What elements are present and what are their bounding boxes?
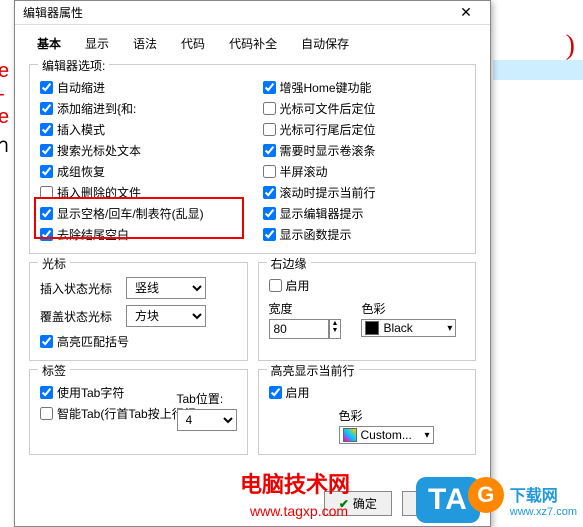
color-label: 色彩: [361, 300, 456, 317]
insert-cursor-select[interactable]: 竖线: [126, 277, 206, 299]
group-title: 光标: [38, 255, 70, 272]
tab-code[interactable]: 代码: [169, 31, 217, 56]
group-title: 高亮显示当前行: [267, 362, 359, 379]
chk-search-cursor[interactable]: 搜索光标处文本: [40, 142, 243, 159]
spin-down-icon[interactable]: ▼: [330, 327, 341, 334]
group-title: 标签: [38, 362, 70, 379]
overwrite-cursor-select[interactable]: 方块: [126, 305, 206, 327]
group-title: 编辑器选项:: [38, 57, 109, 74]
color-swatch-icon: [365, 321, 379, 335]
chk-function-hints[interactable]: 显示函数提示: [263, 226, 466, 243]
tab-completion[interactable]: 代码补全: [217, 31, 289, 56]
x-icon: ✘: [417, 497, 427, 511]
close-button[interactable]: ✕: [446, 2, 486, 24]
overwrite-cursor-label: 覆盖状态光标: [40, 308, 120, 325]
editor-options-group: 编辑器选项: 自动缩进 添加缩进到{和: 插入模式 搜索光标处文本 成组恢复 插…: [29, 64, 476, 254]
chk-group-undo[interactable]: 成组恢复: [40, 163, 243, 180]
options-left-col: 自动缩进 添加缩进到{和: 插入模式 搜索光标处文本 成组恢复 插入删除的文件 …: [40, 79, 243, 243]
cursor-group: 光标 插入状态光标 竖线 覆盖状态光标 方块 高亮匹配括号: [29, 262, 248, 361]
color-swatch-icon: [343, 428, 357, 442]
check-icon: ✔: [339, 497, 349, 511]
chk-enable-highlight-line[interactable]: 启用: [269, 384, 466, 401]
chk-enable-margin[interactable]: 启用: [269, 277, 466, 294]
tab-strip: 基本 显示 语法 代码 代码补全 自动保存: [15, 25, 490, 56]
chk-add-indent[interactable]: 添加缩进到{和:: [40, 100, 243, 117]
highlight-line-group: 高亮显示当前行 启用 色彩 Custom... ▾: [258, 369, 477, 455]
chk-insert-deleted[interactable]: 插入删除的文件: [40, 184, 243, 201]
insert-cursor-label: 插入状态光标: [40, 280, 120, 297]
titlebar: 编辑器属性 ✕: [15, 1, 490, 25]
dialog-content: 编辑器选项: 自动缩进 添加缩进到{和: 插入模式 搜索光标处文本 成组恢复 插…: [15, 56, 490, 455]
chk-enhanced-home[interactable]: 增强Home键功能: [263, 79, 466, 96]
right-margin-group: 右边缘 启用 宽度 ▲ ▼ 色彩: [258, 262, 477, 361]
tab-basic[interactable]: 基本: [25, 31, 73, 56]
spin-up-icon[interactable]: ▲: [330, 320, 341, 327]
ok-button[interactable]: ✔确定: [324, 491, 392, 516]
chk-insert-mode[interactable]: 插入模式: [40, 121, 243, 138]
cancel-button[interactable]: ✘取消: [402, 491, 470, 516]
tab-autosave[interactable]: 自动保存: [289, 31, 361, 56]
chk-scrollbar-when-needed[interactable]: 需要时显示卷滚条: [263, 142, 466, 159]
tab-display[interactable]: 显示: [73, 31, 121, 56]
width-label: 宽度: [269, 300, 342, 317]
chevron-down-icon: ▾: [424, 430, 429, 441]
tag-url: www.xz7.com: [510, 506, 577, 518]
width-input[interactable]: [269, 319, 329, 339]
editor-properties-dialog: 编辑器属性 ✕ 基本 显示 语法 代码 代码补全 自动保存 编辑器选项: 自动缩…: [14, 0, 491, 527]
chk-cursor-after-file[interactable]: 光标可文件后定位: [263, 100, 466, 117]
dialog-footer: ✔确定 ✘取消: [324, 491, 470, 516]
group-title: 右边缘: [267, 255, 311, 272]
chk-highlight-brackets[interactable]: 高亮匹配括号: [40, 333, 237, 350]
chk-half-page-scroll[interactable]: 半屏滚动: [263, 163, 466, 180]
chk-show-whitespace[interactable]: 显示空格/回车/制表符(乱显): [40, 205, 243, 222]
chk-auto-indent[interactable]: 自动缩进: [40, 79, 243, 96]
tag-cn: 下载网: [510, 482, 577, 506]
bg-decor: ): [566, 30, 575, 62]
chevron-down-icon: ▾: [447, 323, 452, 334]
tabpos-label: Tab位置:: [177, 390, 237, 407]
color-label: 色彩: [339, 407, 466, 424]
chk-editor-hints[interactable]: 显示编辑器提示: [263, 205, 466, 222]
bg-decor-left: e-eา: [0, 60, 9, 161]
close-icon: ✕: [460, 4, 472, 21]
color-select-custom[interactable]: Custom... ▾: [339, 426, 434, 444]
tabs-group: 标签 使用Tab字符 智能Tab(行首Tab按上行行) Tab位置: 4: [29, 369, 248, 455]
color-select[interactable]: Black ▾: [361, 319, 456, 337]
options-right-col: 增强Home键功能 光标可文件后定位 光标可行尾后定位 需要时显示卷滚条 半屏滚…: [263, 79, 466, 243]
bg-decor-bar: [493, 60, 583, 80]
chk-cursor-after-eol[interactable]: 光标可行尾后定位: [263, 121, 466, 138]
chk-scroll-hint[interactable]: 滚动时提示当前行: [263, 184, 466, 201]
chk-trim-trailing[interactable]: 去除结尾空白: [40, 226, 243, 243]
dialog-title: 编辑器属性: [23, 4, 83, 21]
tabpos-select[interactable]: 4: [177, 409, 237, 431]
tab-syntax[interactable]: 语法: [121, 31, 169, 56]
